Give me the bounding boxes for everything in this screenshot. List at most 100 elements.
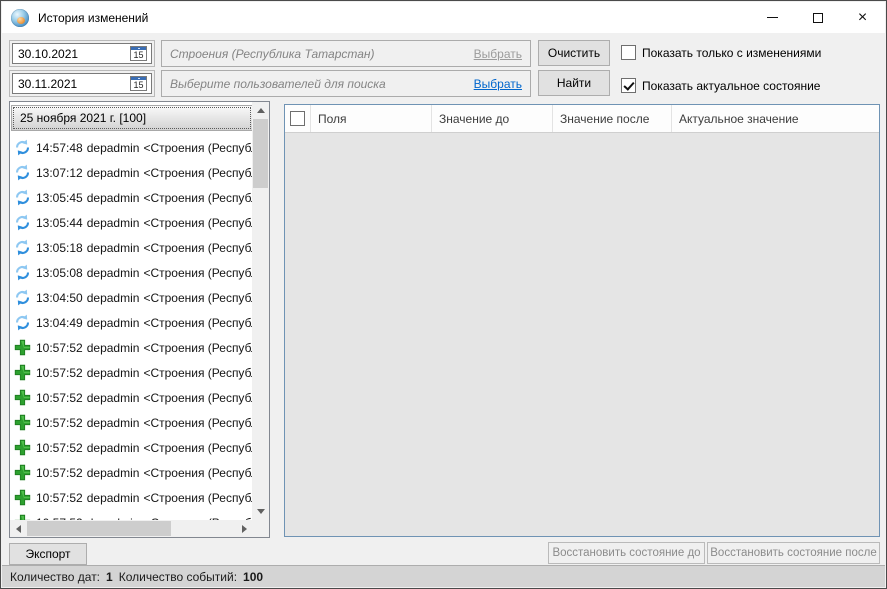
date-to-input[interactable]: 30.11.2021 xyxy=(13,74,126,93)
window-title: История изменений xyxy=(38,11,148,25)
event-list-item[interactable]: 14:57:48depadmin<Строения (Республи xyxy=(10,135,253,160)
scroll-left-icon[interactable] xyxy=(10,520,27,537)
titlebar: История изменений × xyxy=(2,2,885,33)
event-time: 10:57:52 xyxy=(36,366,83,380)
export-button[interactable]: Экспорт xyxy=(9,543,87,565)
horizontal-scrollbar[interactable] xyxy=(10,520,253,537)
event-list-item[interactable]: 13:05:44depadmin<Строения (Республи xyxy=(10,210,253,235)
event-list-item[interactable]: 13:05:18depadmin<Строения (Республи xyxy=(10,235,253,260)
event-list-item[interactable]: 10:57:52depadmin<Строения (Республи xyxy=(10,435,253,460)
user-select-link[interactable]: Выбрать xyxy=(474,77,522,91)
date-from-calendar-button[interactable]: 15 xyxy=(126,44,151,63)
event-object: <Строения (Республи xyxy=(143,466,253,480)
date-to-calendar-button[interactable]: 15 xyxy=(126,74,151,93)
event-object: <Строения (Республи xyxy=(143,216,253,230)
sync-edit-icon xyxy=(14,239,31,256)
event-time: 13:05:18 xyxy=(36,241,83,255)
close-button[interactable]: × xyxy=(840,2,885,33)
sync-edit-icon xyxy=(14,289,31,306)
event-user: depadmin xyxy=(87,216,140,230)
scroll-down-icon[interactable] xyxy=(252,503,269,520)
date-group-header[interactable]: 25 ноября 2021 г. [100] xyxy=(11,105,253,131)
horizontal-scroll-thumb[interactable] xyxy=(27,521,171,536)
event-list-panel: 25 ноября 2021 г. [100] 14:57:48depadmin… xyxy=(9,101,270,538)
event-user: depadmin xyxy=(87,291,140,305)
column-header-fields[interactable]: Поля xyxy=(311,105,432,132)
event-list-item[interactable]: 10:57:52depadmin<Строения (Республи xyxy=(10,485,253,510)
event-list-item[interactable]: 13:05:08depadmin<Строения (Республи xyxy=(10,260,253,285)
select-all-cell xyxy=(285,105,311,132)
event-list-item[interactable]: 10:57:52depadmin<Строения (Республи xyxy=(10,385,253,410)
event-list-items: 14:57:48depadmin<Строения (Республи 13:0… xyxy=(10,135,253,520)
actual-state-label: Показать актуальное состояние xyxy=(642,79,820,93)
add-icon xyxy=(14,489,31,506)
vertical-scrollbar[interactable] xyxy=(252,102,269,520)
actual-state-row: Показать актуальное состояние xyxy=(621,78,820,93)
sync-edit-icon xyxy=(14,164,31,181)
event-list-item[interactable]: 10:57:52depadmin<Строения (Республи xyxy=(10,510,253,520)
event-object: <Строения (Республи xyxy=(143,191,253,205)
clear-button[interactable]: Очистить xyxy=(538,40,610,66)
scroll-up-icon[interactable] xyxy=(252,102,269,119)
sync-edit-icon xyxy=(14,189,31,206)
add-icon xyxy=(14,414,31,431)
event-user: depadmin xyxy=(87,166,140,180)
event-time: 10:57:52 xyxy=(36,491,83,505)
event-time: 10:57:52 xyxy=(36,341,83,355)
column-header-value-before[interactable]: Значение до xyxy=(432,105,553,132)
add-icon xyxy=(14,339,31,356)
event-time: 13:05:45 xyxy=(36,191,83,205)
event-list-item[interactable]: 13:04:49depadmin<Строения (Республи xyxy=(10,310,253,335)
events-count-label: Количество событий: xyxy=(119,570,237,584)
minimize-button[interactable] xyxy=(750,2,795,33)
restore-after-button[interactable]: Восстановить состояние после xyxy=(707,542,880,564)
maximize-icon xyxy=(813,13,823,23)
statusbar: Количество дат: 1 Количество событий: 10… xyxy=(2,565,885,587)
event-list-item[interactable]: 13:05:45depadmin<Строения (Республи xyxy=(10,185,253,210)
column-header-value-after[interactable]: Значение после xyxy=(553,105,672,132)
event-user: depadmin xyxy=(87,316,140,330)
sync-edit-icon xyxy=(14,214,31,231)
changes-grid-panel: Поля Значение до Значение после Актуальн… xyxy=(284,104,880,537)
event-time: 13:04:49 xyxy=(36,316,83,330)
event-list-item[interactable]: 10:57:52depadmin<Строения (Республи xyxy=(10,360,253,385)
event-user: depadmin xyxy=(87,466,140,480)
event-user: depadmin xyxy=(87,141,140,155)
user-filter-placeholder: Выберите пользователей для поиска xyxy=(170,77,466,91)
add-icon xyxy=(14,364,31,381)
event-time: 13:05:08 xyxy=(36,266,83,280)
changes-only-checkbox[interactable] xyxy=(621,45,636,60)
date-to-picker: 30.11.2021 15 xyxy=(9,70,155,97)
date-from-input[interactable]: 30.10.2021 xyxy=(13,44,126,63)
column-header-actual-value[interactable]: Актуальное значение xyxy=(672,105,879,132)
event-object: <Строения (Республи xyxy=(143,491,253,505)
event-time: 13:04:50 xyxy=(36,291,83,305)
event-list-item[interactable]: 10:57:52depadmin<Строения (Республи xyxy=(10,410,253,435)
event-user: depadmin xyxy=(87,391,140,405)
event-list-item[interactable]: 10:57:52depadmin<Строения (Республи xyxy=(10,335,253,360)
actual-state-checkbox[interactable] xyxy=(621,78,636,93)
scroll-right-icon[interactable] xyxy=(236,520,253,537)
find-button[interactable]: Найти xyxy=(538,70,610,96)
event-list-item[interactable]: 10:57:52depadmin<Строения (Республи xyxy=(10,460,253,485)
globe-icon xyxy=(11,9,29,27)
event-list-item[interactable]: 13:07:12depadmin<Строения (Республи xyxy=(10,160,253,185)
layer-select-link[interactable]: Выбрать xyxy=(474,47,522,61)
event-object: <Строения (Республи xyxy=(143,141,253,155)
calendar-icon: 15 xyxy=(130,76,147,91)
grid-header-row: Поля Значение до Значение после Актуальн… xyxy=(285,105,879,133)
calendar-icon: 15 xyxy=(130,46,147,61)
restore-before-button[interactable]: Восстановить состояние до xyxy=(548,542,705,564)
maximize-button[interactable] xyxy=(795,2,840,33)
select-all-checkbox[interactable] xyxy=(290,111,305,126)
add-icon xyxy=(14,389,31,406)
minimize-icon xyxy=(767,17,778,18)
scrollbar-corner xyxy=(252,520,269,537)
event-object: <Строения (Республи xyxy=(143,391,253,405)
vertical-scroll-thumb[interactable] xyxy=(253,119,268,188)
dates-count-label: Количество дат: xyxy=(10,570,100,584)
event-user: depadmin xyxy=(87,416,140,430)
globe-dot xyxy=(17,17,25,24)
event-list-item[interactable]: 13:04:50depadmin<Строения (Республи xyxy=(10,285,253,310)
sync-edit-icon xyxy=(14,264,31,281)
